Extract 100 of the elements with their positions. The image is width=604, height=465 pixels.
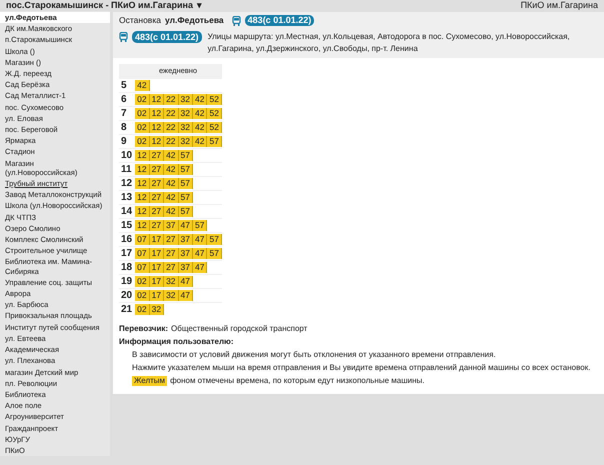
minute-link[interactable]: 22 (164, 136, 179, 146)
minute-link[interactable]: 27 (164, 234, 179, 244)
minute-link[interactable]: 47 (193, 248, 208, 258)
bus-icon (119, 32, 128, 42)
hour-cell: 8 (119, 120, 134, 134)
minute-link[interactable]: 47 (178, 290, 193, 300)
minute-link[interactable]: 52 (207, 94, 222, 104)
minute-link[interactable]: 02 (135, 290, 150, 300)
minute-link[interactable]: 17 (150, 248, 164, 258)
minute-link[interactable]: 27 (164, 248, 179, 258)
minute-link[interactable]: 57 (178, 178, 193, 188)
minute-link[interactable]: 27 (150, 220, 164, 230)
minute-link[interactable]: 57 (178, 206, 193, 216)
minute-link[interactable]: 12 (150, 122, 164, 132)
info-line: Нажмите указателем мыши на время отправления и Вы увидите времена отправлений данной машины со всех остановок. (132, 362, 592, 372)
minute-link[interactable]: 32 (178, 94, 193, 104)
carrier-label: Перевозчик: (119, 324, 168, 334)
minute-link[interactable]: 47 (178, 220, 193, 230)
hour-cell: 9 (119, 134, 134, 148)
minute-link[interactable]: 27 (150, 164, 164, 174)
minute-link[interactable]: 07 (135, 262, 150, 272)
minute-link[interactable]: 27 (164, 262, 179, 272)
minute-link[interactable]: 37 (178, 234, 193, 244)
minute-link[interactable]: 27 (150, 206, 164, 216)
minute-link[interactable]: 42 (164, 192, 179, 202)
stop-name: ул.Федотьева (164, 15, 224, 26)
hour-cell: 7 (119, 106, 134, 120)
route-badge[interactable]: 483(с 01.01.22) (244, 15, 314, 26)
minute-link[interactable]: 47 (193, 262, 208, 272)
minute-link[interactable]: 17 (150, 234, 164, 244)
minute-link[interactable]: 27 (150, 150, 164, 160)
minute-link[interactable]: 12 (150, 94, 164, 104)
destination-text: ПКиО им.Гагарина (520, 0, 598, 11)
minute-link[interactable]: 42 (193, 136, 208, 146)
minute-link[interactable]: 12 (135, 150, 150, 160)
hour-cell: 14 (119, 204, 134, 218)
minute-link[interactable]: 37 (178, 248, 193, 258)
minute-link[interactable]: 42 (164, 178, 179, 188)
carrier-name: Общественный городской транспорт (171, 324, 308, 334)
minute-link[interactable]: 57 (178, 192, 193, 202)
minute-link[interactable]: 32 (178, 122, 193, 132)
minute-link[interactable]: 42 (164, 150, 179, 160)
minute-link[interactable]: 47 (178, 276, 193, 286)
hour-cell: 13 (119, 190, 134, 204)
minute-link[interactable]: 37 (178, 262, 193, 272)
minute-link[interactable]: 42 (193, 94, 208, 104)
hour-cell: 11 (119, 162, 134, 176)
minute-link[interactable]: 32 (164, 276, 179, 286)
route-title[interactable]: пос.Старокамышинск - ПКиО им.Гагарина (6, 0, 193, 11)
minute-link[interactable]: 22 (164, 94, 179, 104)
minute-link[interactable]: 57 (207, 136, 222, 146)
hour-cell: 12 (119, 176, 134, 190)
info-heading: Информация пользователю: (119, 336, 235, 346)
dropdown-caret[interactable]: ▾ (196, 0, 202, 11)
hour-cell: 10 (119, 148, 134, 162)
minute-link[interactable]: 27 (150, 178, 164, 188)
hour-cell: 15 (119, 218, 134, 232)
minute-link[interactable]: 42 (193, 122, 208, 132)
minute-link[interactable]: 12 (150, 136, 164, 146)
minute-link[interactable]: 32 (150, 304, 164, 314)
minute-link[interactable]: 22 (164, 122, 179, 132)
minute-link[interactable]: 42 (193, 108, 208, 118)
minute-link[interactable]: 52 (207, 108, 222, 118)
hour-cell: 20 (119, 288, 134, 302)
minute-link[interactable]: 32 (164, 290, 179, 300)
minute-link[interactable]: 12 (135, 178, 150, 188)
legend-word: Желтым (132, 376, 168, 386)
minute-link[interactable]: 12 (150, 108, 164, 118)
minute-link[interactable]: 27 (150, 192, 164, 202)
minute-link[interactable]: 57 (193, 220, 208, 230)
minute-link[interactable]: 02 (135, 122, 150, 132)
minute-link[interactable]: 02 (135, 304, 150, 314)
minute-link[interactable]: 32 (178, 108, 193, 118)
minute-link[interactable]: 52 (207, 122, 222, 132)
minute-link[interactable]: 22 (164, 108, 179, 118)
minute-link[interactable]: 17 (150, 262, 164, 272)
minute-link[interactable]: 42 (135, 80, 150, 90)
minute-link[interactable]: 37 (164, 220, 179, 230)
minute-link[interactable]: 12 (135, 164, 150, 174)
minute-link[interactable]: 57 (178, 164, 193, 174)
hour-cell: 18 (119, 260, 134, 274)
minute-link[interactable]: 57 (207, 234, 222, 244)
minute-link[interactable]: 12 (135, 220, 150, 230)
minute-link[interactable]: 12 (135, 206, 150, 216)
minute-link[interactable]: 02 (135, 276, 150, 286)
minute-link[interactable]: 17 (150, 276, 164, 286)
minute-link[interactable]: 02 (135, 136, 150, 146)
minute-link[interactable]: 07 (135, 234, 150, 244)
minute-link[interactable]: 17 (150, 290, 164, 300)
route-badge[interactable]: 483(с 01.01.22) (132, 31, 202, 43)
minute-link[interactable]: 02 (135, 94, 150, 104)
minute-link[interactable]: 47 (193, 234, 208, 244)
minute-link[interactable]: 42 (164, 164, 179, 174)
minute-link[interactable]: 12 (135, 192, 150, 202)
minute-link[interactable]: 02 (135, 108, 150, 118)
minute-link[interactable]: 57 (178, 150, 193, 160)
minute-link[interactable]: 57 (207, 248, 222, 258)
minute-link[interactable]: 42 (164, 206, 179, 216)
minute-link[interactable]: 32 (178, 136, 193, 146)
minute-link[interactable]: 07 (135, 248, 150, 258)
